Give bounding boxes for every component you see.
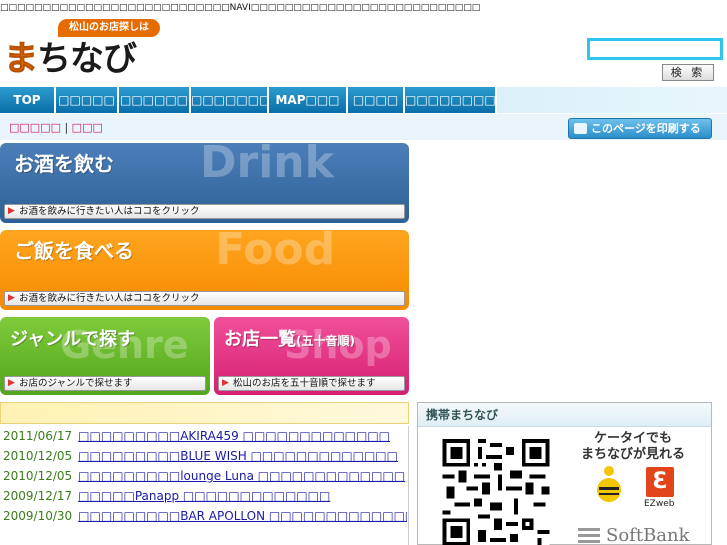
news-date: 2010/12/05 (3, 469, 73, 483)
nav-item-map[interactable]: MAP□□□ (269, 87, 348, 113)
nav-item-4[interactable]: □□□□□□□ (191, 87, 269, 113)
ezweb-logo-icon: Ɛ (646, 467, 674, 497)
printer-icon (574, 123, 587, 134)
drink-banner-link-text: お酒を飲みに行きたい人はココをクリック (19, 206, 200, 217)
nav-item-3[interactable]: □□□□□□ (119, 87, 191, 113)
site-description: □□□□□□□□□□□□□□□□□□□□□□□□□□□NAVI□□□□□□□□□… (0, 3, 481, 13)
page: □□□□□□□□□□□□□□□□□□□□□□□□□□□NAVI□□□□□□□□□… (0, 0, 727, 545)
search-input[interactable] (587, 38, 723, 60)
news-list: 2011/06/17 □□□□□□□□□AKIRA459 □□□□□□□□□□□□… (0, 426, 409, 545)
shop-banner[interactable]: Shop お店一覧(五十音順) ▶ 松山のお店を五十音順で探せます (214, 317, 409, 395)
mobile-copy: ケータイでも まちなびが見れる (568, 431, 698, 463)
news-link[interactable]: □□□□□□□□□AKIRA459 □□□□□□□□□□□□□ (78, 429, 390, 443)
search-box: 検 索 (585, 20, 723, 84)
drink-banner[interactable]: Drink お酒を飲む ▶ お酒を飲みに行きたい人はココをクリック (0, 143, 409, 223)
news-date: 2009/12/17 (3, 489, 73, 503)
logo-wordmark-first: ま (4, 39, 39, 80)
qr-code-icon (442, 439, 550, 545)
genre-banner[interactable]: Genre ジャンルで探す ▶ お店のジャンルで探せます (0, 317, 210, 395)
news-item: 2009/10/30 □□□□□□□□□BAR APOLLON □□□□□□□□□… (3, 506, 407, 526)
food-banner-link-bar[interactable]: ▶ お酒を飲みに行きたい人はココをクリック (4, 291, 405, 306)
mobile-panel-title: 携帯まちなび (418, 403, 711, 427)
shop-banner-title-sub: (五十音順) (296, 334, 355, 348)
drink-banner-title: お酒を飲む (14, 152, 114, 176)
softbank-logo: SoftBank (578, 525, 708, 545)
drink-banner-watermark: Drink (200, 143, 334, 188)
news-item: 2010/12/05 □□□□□□□□□lounge Luna □□□□□□□□□… (3, 466, 407, 486)
softbank-bars-icon (578, 528, 600, 544)
food-banner[interactable]: Food ご飯を食べる ▶ お酒を飲みに行きたい人はココをクリック (0, 230, 409, 310)
breadcrumb-separator: | (60, 121, 72, 134)
news-link[interactable]: □□□□□□□□□BLUE WISH □□□□□□□□□□□□□ (78, 449, 398, 463)
logo-tagline: 松山のお店探しは (58, 19, 160, 37)
breadcrumb-link-home[interactable]: □□□□□ (9, 121, 61, 134)
mobile-copy-line2: まちなびが見れる (580, 447, 685, 462)
genre-banner-link-bar[interactable]: ▶ お店のジャンルで探せます (4, 376, 206, 391)
news-link[interactable]: □□□□□□□□□lounge Luna □□□□□□□□□□□□□ (78, 469, 405, 483)
shop-banner-title-main: お店一覧 (224, 329, 296, 350)
news-date: 2009/10/30 (3, 509, 73, 523)
news-link[interactable]: □□□□□□□□□BAR APOLLON □□□□□□□□□□□□□ (78, 509, 407, 523)
news-item: 2010/12/05 □□□□□□□□□BLUE WISH □□□□□□□□□□□… (3, 446, 407, 466)
nav-item-6[interactable]: □□□□ (348, 87, 405, 113)
arrow-icon: ▶ (8, 206, 15, 216)
news-link[interactable]: □□□□□Panapp □□□□□□□□□□□□□ (78, 489, 330, 503)
print-page-button[interactable]: このページを印刷する (568, 118, 712, 139)
news-date: 2011/06/17 (3, 429, 73, 443)
breadcrumb-link-current[interactable]: □□□ (72, 121, 103, 134)
search-button[interactable]: 検 索 (662, 64, 714, 81)
food-banner-watermark: Food (215, 230, 336, 275)
mobile-copy-line1: ケータイでも (593, 431, 672, 446)
news-header (0, 402, 409, 424)
news-date: 2010/12/05 (3, 449, 73, 463)
nav-item-7[interactable]: □□□□□□□□□□ (405, 87, 497, 113)
softbank-label: SoftBank (606, 525, 690, 545)
food-banner-link-text: お酒を飲みに行きたい人はココをクリック (19, 293, 200, 304)
nav-item-2[interactable]: □□□□□ (56, 87, 119, 113)
genre-banner-title: ジャンルで探す (10, 329, 136, 350)
print-button-label: このページを印刷する (591, 122, 701, 135)
genre-banner-link-text: お店のジャンルで探せます (19, 378, 133, 389)
main-nav: TOP □□□□□ □□□□□□ □□□□□□□ MAP□□□ □□□□ □□□… (0, 87, 727, 113)
ezweb-label: EZweb (644, 499, 675, 509)
shop-banner-link-text: 松山のお店を五十音順で探せます (233, 378, 376, 389)
drink-banner-link-bar[interactable]: ▶ お酒を飲みに行きたい人はココをクリック (4, 204, 405, 219)
nav-item-top[interactable]: TOP (0, 87, 56, 113)
arrow-icon: ▶ (8, 293, 15, 303)
food-banner-title: ご飯を食べる (14, 239, 134, 263)
site-logo[interactable]: 松山のお店探しは まちなび (0, 17, 163, 83)
breadcrumb: □□□□□ | □□□ (9, 121, 103, 134)
logo-wordmark: まちなび (4, 37, 138, 81)
mobile-panel: 携帯まちなび ケータイでも まちなびが見れる Ɛ EZweb SoftBank (417, 402, 712, 545)
ezweb-logo: Ɛ EZweb (644, 467, 678, 513)
arrow-icon: ▶ (8, 378, 15, 388)
news-item: 2011/06/17 □□□□□□□□□AKIRA459 □□□□□□□□□□□□… (3, 426, 407, 446)
arrow-icon: ▶ (222, 378, 229, 388)
shop-banner-link-bar[interactable]: ▶ 松山のお店を五十音順で探せます (218, 376, 405, 391)
imode-logo-icon (597, 466, 621, 502)
news-item: 2009/12/17 □□□□□Panapp □□□□□□□□□□□□□ (3, 486, 407, 506)
logo-wordmark-rest: ちなび (37, 39, 137, 79)
shop-banner-title: お店一覧(五十音順) (224, 325, 355, 351)
